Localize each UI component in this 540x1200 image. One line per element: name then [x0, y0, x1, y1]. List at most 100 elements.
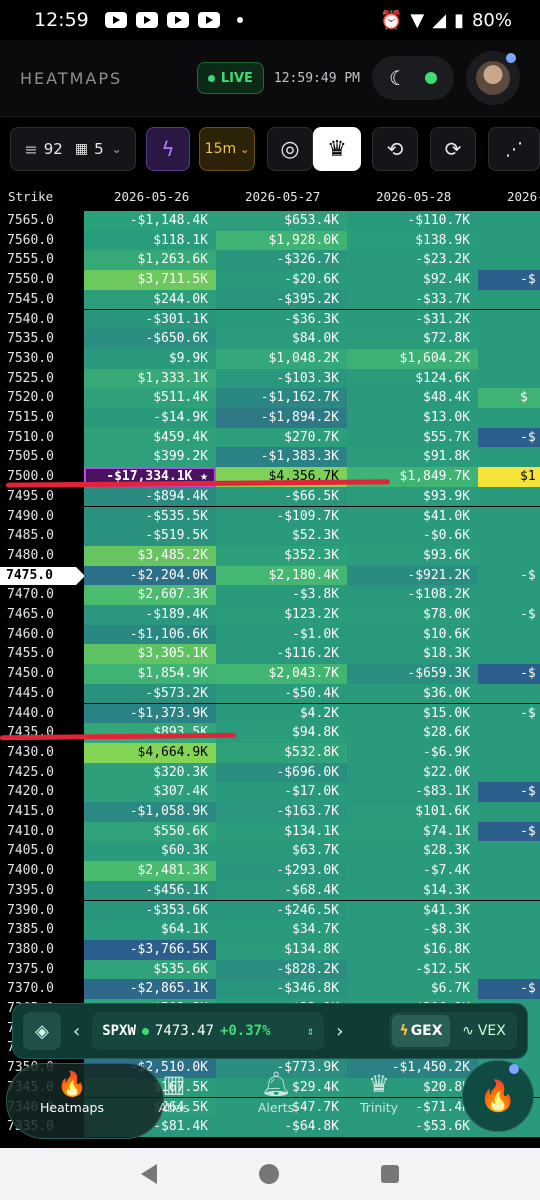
refresh-button[interactable]: ⟳ — [430, 127, 476, 171]
heatmap-cell[interactable]: -$2,865.1K — [84, 979, 216, 999]
heatmap-cell[interactable]: -$1,894.2K — [216, 408, 347, 428]
heatmap-cell[interactable]: $320.3K — [84, 762, 216, 783]
heatmap-cell[interactable]: $1,263.6K — [84, 250, 216, 271]
nav-alerts[interactable]: 🔔︎ Alerts — [242, 1070, 310, 1115]
heatmap-cell[interactable]: -$7.4K — [347, 861, 478, 881]
heatmap-cell[interactable]: $6.7K — [347, 979, 478, 999]
heatmap-cell[interactable]: -$1.0K — [216, 624, 347, 645]
heatmap-cell[interactable]: $91.8K — [347, 447, 478, 468]
heatmap-cell[interactable]: -$246.5K — [216, 900, 347, 921]
heatmap-cell[interactable]: -$395.2K — [216, 289, 347, 310]
vex-tab[interactable]: ∿ VEX — [454, 1015, 514, 1047]
heatmap-cell[interactable]: -$36.3K — [216, 309, 347, 330]
heatmap-cell[interactable]: $60.3K — [84, 841, 216, 862]
heatmap-cell[interactable]: -$ — [478, 979, 540, 999]
heatmap-cell[interactable] — [478, 762, 540, 783]
heatmap-cell[interactable]: -$696.0K — [216, 762, 347, 783]
heatmap-cell[interactable] — [478, 447, 540, 468]
heatmap-cell[interactable]: -$17.0K — [216, 782, 347, 802]
theme-toggle[interactable]: ☾ — [372, 56, 454, 100]
heatmap-cell[interactable]: $78.0K — [347, 605, 478, 625]
heatmap-cell[interactable]: -$326.7K — [216, 250, 347, 271]
heatmap-cell[interactable]: $63.7K — [216, 841, 347, 862]
heatmap-cell[interactable]: $1 — [478, 467, 540, 487]
heatmap-cell[interactable]: $28.3K — [347, 841, 478, 862]
heatmap-cell[interactable]: $72.8K — [347, 329, 478, 349]
heatmap-cell[interactable] — [478, 920, 540, 940]
heatmap-cell[interactable] — [478, 683, 540, 704]
heatmap-cell[interactable] — [478, 230, 540, 251]
heatmap-cell[interactable] — [478, 742, 540, 763]
heatmap-cell[interactable]: -$0.6K — [347, 526, 478, 546]
heatmap-cell[interactable]: $2,607.3K — [84, 585, 216, 605]
heatmap-cell[interactable]: -$1,162.7K — [216, 388, 347, 408]
heatmap-cell[interactable]: $270.7K — [216, 427, 347, 448]
heatmap-cell[interactable] — [478, 348, 540, 369]
heatmap-cell[interactable]: $28.6K — [347, 723, 478, 743]
heatmap-cell[interactable]: -$535.5K — [84, 506, 216, 527]
heatmap-cell[interactable] — [478, 250, 540, 271]
heatmap-cell[interactable]: -$12.5K — [347, 959, 478, 980]
heatmap-cell[interactable]: $535.6K — [84, 959, 216, 980]
heatmap-cell[interactable] — [478, 723, 540, 743]
heatmap-cell[interactable] — [478, 644, 540, 665]
heatmap-cell[interactable]: $3,711.5K — [84, 270, 216, 290]
heatmap-cell[interactable]: -$921.2K — [347, 565, 478, 586]
heatmap-cell[interactable]: -$301.1K — [84, 309, 216, 330]
heatmap-cell[interactable] — [478, 309, 540, 330]
heatmap-cell[interactable] — [478, 861, 540, 881]
heatmap-cell[interactable]: $352.3K — [216, 545, 347, 566]
heatmap-cell[interactable]: $532.8K — [216, 742, 347, 763]
heatmap-cell[interactable]: -$103.3K — [216, 368, 347, 389]
heatmap-cell[interactable]: $2,481.3K — [84, 861, 216, 881]
heatmap-cell[interactable]: -$66.5K — [216, 486, 347, 507]
nav-heatmaps[interactable]: 🔥 Heatmaps — [30, 1070, 114, 1115]
heatmap-cell[interactable]: -$ — [478, 782, 540, 802]
heatmap-cell[interactable]: -$1,058.9K — [84, 802, 216, 822]
heatmap-cell[interactable]: $4,664.9K — [84, 742, 216, 763]
rows-days-selector[interactable]: ≡ 92 ▦ 5 ⌄ — [10, 127, 136, 171]
layers-button[interactable]: ◈ — [23, 1012, 61, 1050]
heatmap-cell[interactable]: -$894.4K — [84, 486, 216, 507]
heatmap-cell[interactable]: -$109.7K — [216, 506, 347, 527]
heatmap-cell[interactable]: $18.3K — [347, 644, 478, 665]
heatmap-cell[interactable] — [478, 526, 540, 546]
heatmap-cell[interactable]: $307.4K — [84, 782, 216, 802]
heatmap-cell[interactable]: $48.4K — [347, 388, 478, 408]
heatmap-cell[interactable]: $118.1K — [84, 230, 216, 251]
heatmap-cell[interactable]: -$346.8K — [216, 979, 347, 999]
replay-button[interactable]: ⟲ — [372, 127, 418, 171]
heatmap-cell[interactable]: -$108.2K — [347, 585, 478, 605]
heatmap-cell[interactable]: -$ — [478, 703, 540, 724]
next-symbol-button[interactable]: › — [336, 1021, 343, 1042]
heatmap-cell[interactable]: $511.4K — [84, 388, 216, 408]
heatmap-cell[interactable] — [478, 585, 540, 605]
heatmap-cell[interactable]: -$3,766.5K — [84, 939, 216, 960]
heatmap-cell[interactable]: $41.3K — [347, 900, 478, 921]
heatmap-cell[interactable]: $1,928.0K — [216, 230, 347, 251]
heatmap-cell[interactable]: -$2,204.0K — [84, 565, 216, 586]
heatmap-cell[interactable]: $550.6K — [84, 821, 216, 842]
heatmap-cell[interactable] — [478, 939, 540, 960]
heatmap-cell[interactable]: -$33.7K — [347, 289, 478, 310]
heatmap-cell[interactable]: -$189.4K — [84, 605, 216, 625]
heatmap-cell[interactable]: $2,180.4K — [216, 565, 347, 586]
heatmap-cell[interactable]: -$573.2K — [84, 683, 216, 704]
heatmap-cell[interactable]: -$519.5K — [84, 526, 216, 546]
heatmap-cell[interactable]: -$1,106.6K — [84, 624, 216, 645]
heatmap-cell[interactable]: $653.4K — [216, 211, 347, 231]
heatmap-cell[interactable]: -$3.8K — [216, 585, 347, 605]
share-button[interactable]: ⋰ — [488, 127, 540, 171]
heatmap-cell[interactable]: -$23.2K — [347, 250, 478, 271]
heatmap-cell[interactable]: -$6.9K — [347, 742, 478, 763]
heatmap-cell[interactable]: $16.8K — [347, 939, 478, 960]
heatmap-cell[interactable]: $64.1K — [84, 920, 216, 940]
home-icon[interactable] — [259, 1164, 279, 1184]
heatmap-cell[interactable]: -$456.1K — [84, 880, 216, 901]
heatmap-cell[interactable]: $36.0K — [347, 683, 478, 704]
heatmap-cell[interactable]: $459.4K — [84, 427, 216, 448]
heatmap-cell[interactable]: $92.4K — [347, 270, 478, 290]
heatmap-cell[interactable]: $9.9K — [84, 348, 216, 369]
heatmap-cell[interactable]: $84.0K — [216, 329, 347, 349]
nav-atlas[interactable]: ▥ Atlas — [140, 1070, 208, 1115]
